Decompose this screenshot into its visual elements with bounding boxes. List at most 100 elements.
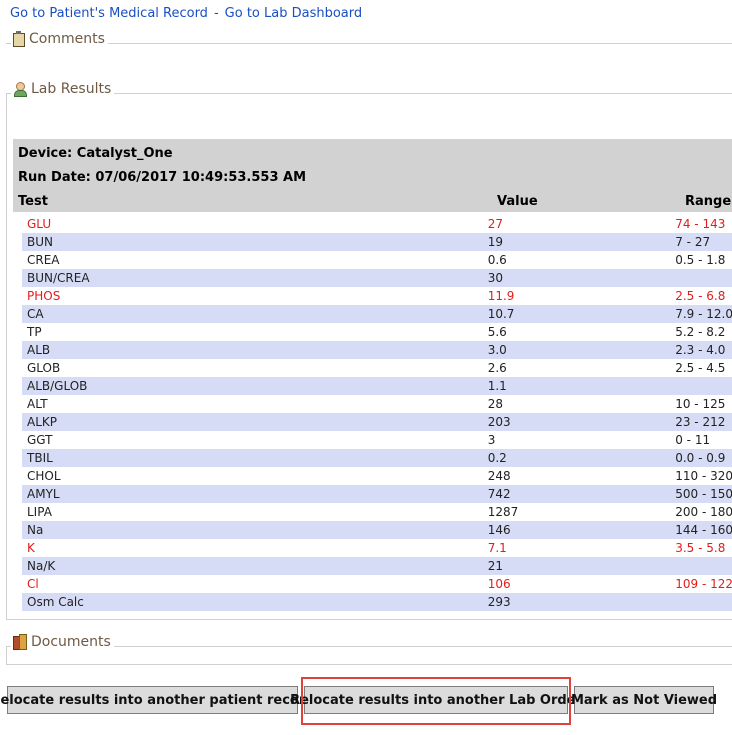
result-range-cell: 2.5 - 4.5: [675, 361, 726, 375]
result-value-cell: 3: [487, 433, 496, 447]
result-range-cell: 0.5 - 1.8: [675, 253, 726, 267]
result-value-cell: 19: [487, 233, 676, 251]
result-range-cell: 2.3 - 4.0: [675, 341, 732, 359]
table-row: CA 10.7 7.9 - 12.0: [13, 305, 732, 323]
result-range-cell: 2.5 - 6.8: [675, 289, 726, 303]
lab-results-legend[interactable]: Lab Results: [11, 81, 115, 97]
result-value-cell: 146: [487, 521, 676, 539]
table-row: TP 5.6 5.2 - 8.2: [13, 323, 732, 341]
result-test-cell: K: [27, 541, 35, 555]
result-value-cell: 2.6: [487, 361, 507, 375]
result-range-cell: 144 - 160: [675, 521, 732, 539]
table-row: ALKP 203 23 - 212: [13, 413, 732, 431]
documents-bottom-border: [6, 664, 732, 665]
result-test-cell: CA: [13, 305, 488, 323]
result-range-cell: 500 - 150: [675, 485, 732, 503]
result-value-cell: 248: [487, 469, 511, 483]
result-range-cell: 109 - 122: [675, 577, 732, 591]
result-test-cell: Na: [13, 521, 488, 539]
table-row: Na 146 144 - 160: [13, 521, 732, 539]
column-header-value: Value: [497, 194, 538, 209]
result-test-cell: GLU: [27, 217, 52, 231]
result-range-cell: [675, 593, 732, 611]
table-row: Na/K 21: [13, 557, 732, 575]
highlight-box: [301, 677, 571, 725]
result-value-cell: 28: [487, 397, 503, 411]
result-range-cell: 7.9 - 12.0: [675, 305, 732, 323]
result-test-cell: LIPA: [27, 505, 52, 519]
result-range-cell: 5.2 - 8.2: [675, 325, 726, 339]
result-test-cell: PHOS: [27, 289, 61, 303]
result-range-cell: 0 - 11: [675, 433, 711, 447]
table-row: PHOS 11.9 2.5 - 6.8: [13, 287, 732, 305]
result-range-cell: 0.0 - 0.9: [675, 449, 732, 467]
table-row: K 7.1 3.5 - 5.8: [13, 539, 732, 557]
result-range-cell: 74 - 143: [675, 217, 726, 231]
table-row: BUN 19 7 - 27: [13, 233, 732, 251]
table-row: GLOB 2.6 2.5 - 4.5: [13, 359, 732, 377]
result-value-cell: 21: [487, 557, 676, 575]
top-links: Go to Patient's Medical Record - Go to Lab…: [10, 6, 362, 21]
table-row: LIPA 1287 200 - 180: [13, 503, 732, 521]
result-value-cell: 0.2: [487, 449, 676, 467]
result-range-cell: 7 - 27: [675, 233, 732, 251]
result-range-cell: 10 - 125: [675, 397, 726, 411]
result-value-cell: 3.0: [487, 341, 676, 359]
result-test-cell: AMYL: [13, 485, 488, 503]
lab-dashboard-link[interactable]: Go to Lab Dashboard: [225, 6, 362, 21]
clipboard-icon: [13, 31, 25, 47]
result-test-cell: GGT: [27, 433, 53, 447]
result-value-cell: 11.9: [487, 289, 515, 303]
result-test-cell: TBIL: [13, 449, 488, 467]
result-test-cell: GLOB: [27, 361, 61, 375]
result-value-cell: 10.7: [487, 305, 676, 323]
result-range-cell: 110 - 320: [675, 469, 732, 483]
result-range-cell: [675, 557, 732, 575]
documents-legend[interactable]: Documents: [11, 634, 114, 650]
result-range-cell: [675, 269, 732, 287]
result-range-cell: [675, 377, 732, 395]
device-header: Device: Catalyst_One Run Date: 07/06/201…: [13, 139, 732, 212]
result-test-cell: ALB: [13, 341, 488, 359]
relocate-patient-record-button[interactable]: Relocate results into another patient re…: [0, 686, 315, 714]
comments-title: Comments: [29, 31, 105, 47]
table-row: Cl 106 109 - 122: [13, 575, 732, 593]
result-value-cell: 742: [487, 485, 676, 503]
documents-section: Documents: [6, 634, 732, 650]
result-range-cell: 200 - 180: [675, 505, 732, 519]
result-test-cell: ALKP: [13, 413, 488, 431]
table-row: GGT 3 0 - 11: [13, 431, 732, 449]
patient-medical-record-link[interactable]: Go to Patient's Medical Record: [10, 6, 208, 21]
table-row: CHOL 248 110 - 320: [13, 467, 732, 485]
column-header-range: Range: [685, 194, 732, 209]
link-separator: -: [213, 6, 219, 21]
result-test-cell: Na/K: [13, 557, 488, 575]
result-test-cell: TP: [27, 325, 42, 339]
table-row: ALB 3.0 2.3 - 4.0: [13, 341, 732, 359]
result-test-cell: Osm Calc: [13, 593, 488, 611]
comments-legend[interactable]: Comments: [11, 31, 108, 47]
table-row: Osm Calc 293: [13, 593, 732, 611]
result-value-cell: 27: [487, 217, 503, 231]
result-test-cell: CREA: [27, 253, 60, 267]
table-row: BUN/CREA 30: [13, 269, 732, 287]
documents-border: [6, 646, 7, 664]
result-range-cell: 3.5 - 5.8: [675, 541, 726, 555]
table-row: GLU 27 74 - 143: [13, 215, 732, 233]
table-row: ALT 28 10 - 125: [13, 395, 732, 413]
result-value-cell: 30: [487, 269, 676, 287]
table-row: AMYL 742 500 - 150: [13, 485, 732, 503]
result-test-cell: CHOL: [27, 469, 61, 483]
column-header-test: Test: [18, 194, 48, 209]
device-label: Device: Catalyst_One: [18, 146, 173, 161]
results-body: GLU 27 74 - 143 BUN 19 7 - 27 CREA 0.6 0.5 - 1.8…: [13, 215, 732, 611]
documents-title: Documents: [31, 634, 111, 650]
result-value-cell: 7.1: [487, 541, 507, 555]
comments-section: Comments: [6, 31, 732, 47]
books-icon: [13, 634, 27, 650]
mark-not-viewed-button[interactable]: Mark as Not Viewed: [571, 686, 717, 714]
result-test-cell: ALB/GLOB: [13, 377, 488, 395]
result-value-cell: 203: [487, 413, 676, 431]
result-test-cell: ALT: [27, 397, 48, 411]
result-test-cell: Cl: [27, 577, 39, 591]
